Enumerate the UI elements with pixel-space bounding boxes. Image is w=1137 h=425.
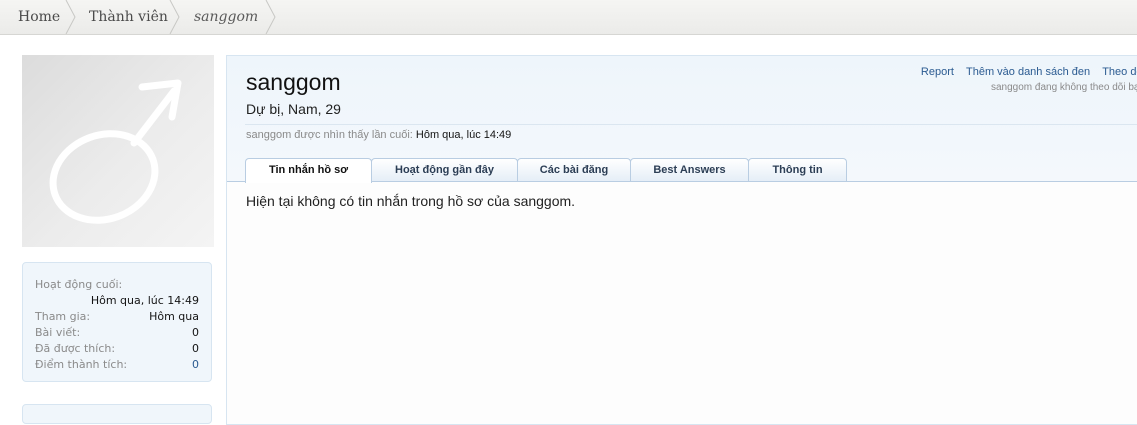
profile-username: sanggom [246,69,341,95]
report-link[interactable]: Report [921,66,954,78]
last-seen-label: sanggom được nhìn thấy lần cuối: [246,129,413,141]
breadcrumb-current[interactable]: sanggom [194,0,258,34]
stat-likes: Đã được thích: 0 [35,341,199,356]
avatar[interactable] [22,55,214,247]
stat-value: Hôm qua [149,310,199,323]
profile-main: sanggom Dự bị, Nam, 29 sanggom được nhìn… [226,55,1137,425]
stat-last-activity-value: Hôm qua, lúc 14:49 [35,293,199,308]
breadcrumb-home[interactable]: Home [18,0,60,34]
male-symbol-icon [49,79,182,224]
last-seen: sanggom được nhìn thấy lần cuối: Hôm qua… [246,129,511,141]
profile-user-title: Dự bị, Nam, 29 [246,101,341,117]
member-stats-panel: Hoạt động cuối: Hôm qua, lúc 14:49 Tham … [22,262,212,382]
stat-value: 0 [192,326,199,339]
divider [245,124,1137,125]
profile-actions: Report Thêm vào danh sách đen Theo dõi [912,66,1137,78]
tab-profile-posts[interactable]: Tin nhắn hồ sơ [245,158,372,183]
tab-best-answers[interactable]: Best Answers [630,158,749,181]
breadcrumb-separator-icon [265,0,276,34]
stat-label: Hoạt động cuối: [35,278,123,291]
trophy-points-link[interactable]: 0 [192,357,199,372]
tab-postings[interactable]: Các bài đăng [517,158,631,181]
stat-label: Điểm thành tích: [35,358,128,371]
stat-posts: Bài viết: 0 [35,325,199,340]
follow-status-note: sanggom đang không theo dõi bạn [990,82,1137,93]
stat-value: Hôm qua, lúc 14:49 [90,294,199,307]
breadcrumb-separator-icon [65,0,76,34]
stat-label: Đã được thích: [35,342,116,355]
last-seen-value: Hôm qua, lúc 14:49 [415,129,512,141]
breadcrumb-separator-icon [169,0,180,34]
empty-profile-posts-message: Hiện tại không có tin nhắn trong hồ sơ c… [246,193,576,209]
follow-link[interactable]: Theo dõi [1102,66,1137,78]
breadcrumb: Home Thành viên sanggom [0,0,1137,35]
tab-recent-activity[interactable]: Hoạt động gần đây [371,158,518,181]
stat-label: Tham gia: [35,310,91,323]
breadcrumb-members[interactable]: Thành viên [89,0,168,34]
stat-last-activity: Hoạt động cuối: [35,277,199,292]
sidebar-panel [22,404,212,424]
ignore-link[interactable]: Thêm vào danh sách đen [966,66,1090,78]
tab-information[interactable]: Thông tin [748,158,847,181]
stat-value: 0 [192,342,199,355]
stat-trophy-points: Điểm thành tích: 0 [35,357,199,372]
stat-label: Bài viết: [35,326,81,339]
stat-joined: Tham gia: Hôm qua [35,309,199,324]
